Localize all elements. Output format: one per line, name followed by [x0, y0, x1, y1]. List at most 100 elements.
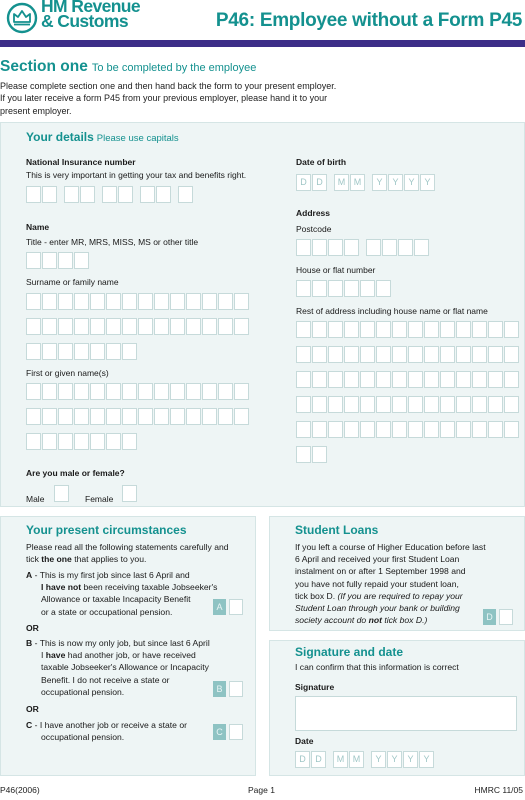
address-field-row-6[interactable]: [296, 446, 328, 463]
first-name-char-box[interactable]: [58, 383, 73, 400]
first-name-char-box[interactable]: [122, 433, 137, 450]
address-char-box[interactable]: [344, 421, 359, 438]
surname-char-box[interactable]: [186, 293, 201, 310]
surname-char-box[interactable]: [202, 318, 217, 335]
first-name-char-box[interactable]: [90, 383, 105, 400]
address-char-box[interactable]: [360, 421, 375, 438]
postcode-char-box[interactable]: [366, 239, 381, 256]
address-char-box[interactable]: [424, 421, 439, 438]
address-char-box[interactable]: [344, 321, 359, 338]
first-name-char-box[interactable]: [26, 408, 41, 425]
address-char-box[interactable]: [328, 371, 343, 388]
address-char-box[interactable]: [456, 321, 471, 338]
address-char-box[interactable]: [328, 421, 343, 438]
first-name-char-box[interactable]: [90, 433, 105, 450]
surname-char-box[interactable]: [154, 318, 169, 335]
address-char-box[interactable]: [424, 371, 439, 388]
surname-char-box[interactable]: [74, 318, 89, 335]
surname-char-box[interactable]: [106, 293, 121, 310]
first-name-char-box[interactable]: [138, 383, 153, 400]
first-name-char-box[interactable]: [106, 383, 121, 400]
address-char-box[interactable]: [312, 446, 327, 463]
address-char-box[interactable]: [392, 346, 407, 363]
address-char-box[interactable]: [312, 371, 327, 388]
house-number-char-box[interactable]: [328, 280, 343, 297]
surname-char-box[interactable]: [106, 343, 121, 360]
address-char-box[interactable]: [392, 321, 407, 338]
surname-char-box[interactable]: [138, 293, 153, 310]
address-char-box[interactable]: [504, 396, 519, 413]
postcode-char-box[interactable]: [328, 239, 343, 256]
first-name-char-box[interactable]: [186, 408, 201, 425]
address-char-box[interactable]: [488, 346, 503, 363]
address-char-box[interactable]: [504, 346, 519, 363]
address-char-box[interactable]: [344, 371, 359, 388]
dob-month-box[interactable]: M: [350, 174, 365, 191]
address-char-box[interactable]: [440, 396, 455, 413]
surname-char-box[interactable]: [90, 293, 105, 310]
surname-char-box[interactable]: [218, 293, 233, 310]
surname-char-box[interactable]: [154, 293, 169, 310]
first-name-field-row-1[interactable]: [26, 383, 250, 400]
surname-char-box[interactable]: [90, 343, 105, 360]
first-name-char-box[interactable]: [122, 408, 137, 425]
address-char-box[interactable]: [408, 421, 423, 438]
address-char-box[interactable]: [392, 396, 407, 413]
house-number-char-box[interactable]: [312, 280, 327, 297]
address-char-box[interactable]: [408, 346, 423, 363]
first-name-char-box[interactable]: [106, 433, 121, 450]
surname-char-box[interactable]: [170, 318, 185, 335]
surname-char-box[interactable]: [42, 293, 57, 310]
first-name-char-box[interactable]: [74, 408, 89, 425]
address-char-box[interactable]: [472, 321, 487, 338]
surname-char-box[interactable]: [106, 318, 121, 335]
address-field-row-3[interactable]: [296, 371, 520, 388]
date-year-box[interactable]: Y: [371, 751, 386, 768]
surname-char-box[interactable]: [26, 318, 41, 335]
address-char-box[interactable]: [296, 396, 311, 413]
address-char-box[interactable]: [360, 371, 375, 388]
address-char-box[interactable]: [424, 346, 439, 363]
surname-char-box[interactable]: [58, 293, 73, 310]
title-char-box[interactable]: [26, 252, 41, 269]
address-char-box[interactable]: [296, 446, 311, 463]
address-char-box[interactable]: [328, 321, 343, 338]
dob-field[interactable]: DD MM YYYY: [296, 174, 436, 191]
surname-field-row-1[interactable]: [26, 293, 250, 310]
first-name-char-box[interactable]: [74, 433, 89, 450]
address-char-box[interactable]: [328, 346, 343, 363]
address-char-box[interactable]: [376, 396, 391, 413]
address-char-box[interactable]: [328, 396, 343, 413]
dob-day-box[interactable]: D: [312, 174, 327, 191]
signature-date-field[interactable]: DD MM YYYY: [295, 751, 435, 768]
surname-char-box[interactable]: [186, 318, 201, 335]
first-name-char-box[interactable]: [202, 383, 217, 400]
option-b-checkbox[interactable]: [229, 681, 243, 697]
first-name-field-row-3[interactable]: [26, 433, 138, 450]
option-d-checkbox[interactable]: [499, 609, 513, 625]
address-char-box[interactable]: [440, 421, 455, 438]
address-char-box[interactable]: [472, 421, 487, 438]
address-char-box[interactable]: [440, 371, 455, 388]
date-day-box[interactable]: D: [295, 751, 310, 768]
address-char-box[interactable]: [456, 421, 471, 438]
dob-year-box[interactable]: Y: [404, 174, 419, 191]
first-name-char-box[interactable]: [186, 383, 201, 400]
address-char-box[interactable]: [296, 421, 311, 438]
dob-day-box[interactable]: D: [296, 174, 311, 191]
first-name-char-box[interactable]: [42, 383, 57, 400]
first-name-char-box[interactable]: [154, 383, 169, 400]
surname-char-box[interactable]: [122, 293, 137, 310]
address-char-box[interactable]: [376, 421, 391, 438]
ni-char-box[interactable]: [156, 186, 171, 203]
address-field-row-4[interactable]: [296, 396, 520, 413]
address-char-box[interactable]: [472, 396, 487, 413]
first-name-char-box[interactable]: [90, 408, 105, 425]
ni-char-box[interactable]: [118, 186, 133, 203]
address-char-box[interactable]: [344, 396, 359, 413]
first-name-char-box[interactable]: [154, 408, 169, 425]
postcode-char-box[interactable]: [296, 239, 311, 256]
address-char-box[interactable]: [408, 371, 423, 388]
surname-char-box[interactable]: [42, 318, 57, 335]
surname-char-box[interactable]: [218, 318, 233, 335]
